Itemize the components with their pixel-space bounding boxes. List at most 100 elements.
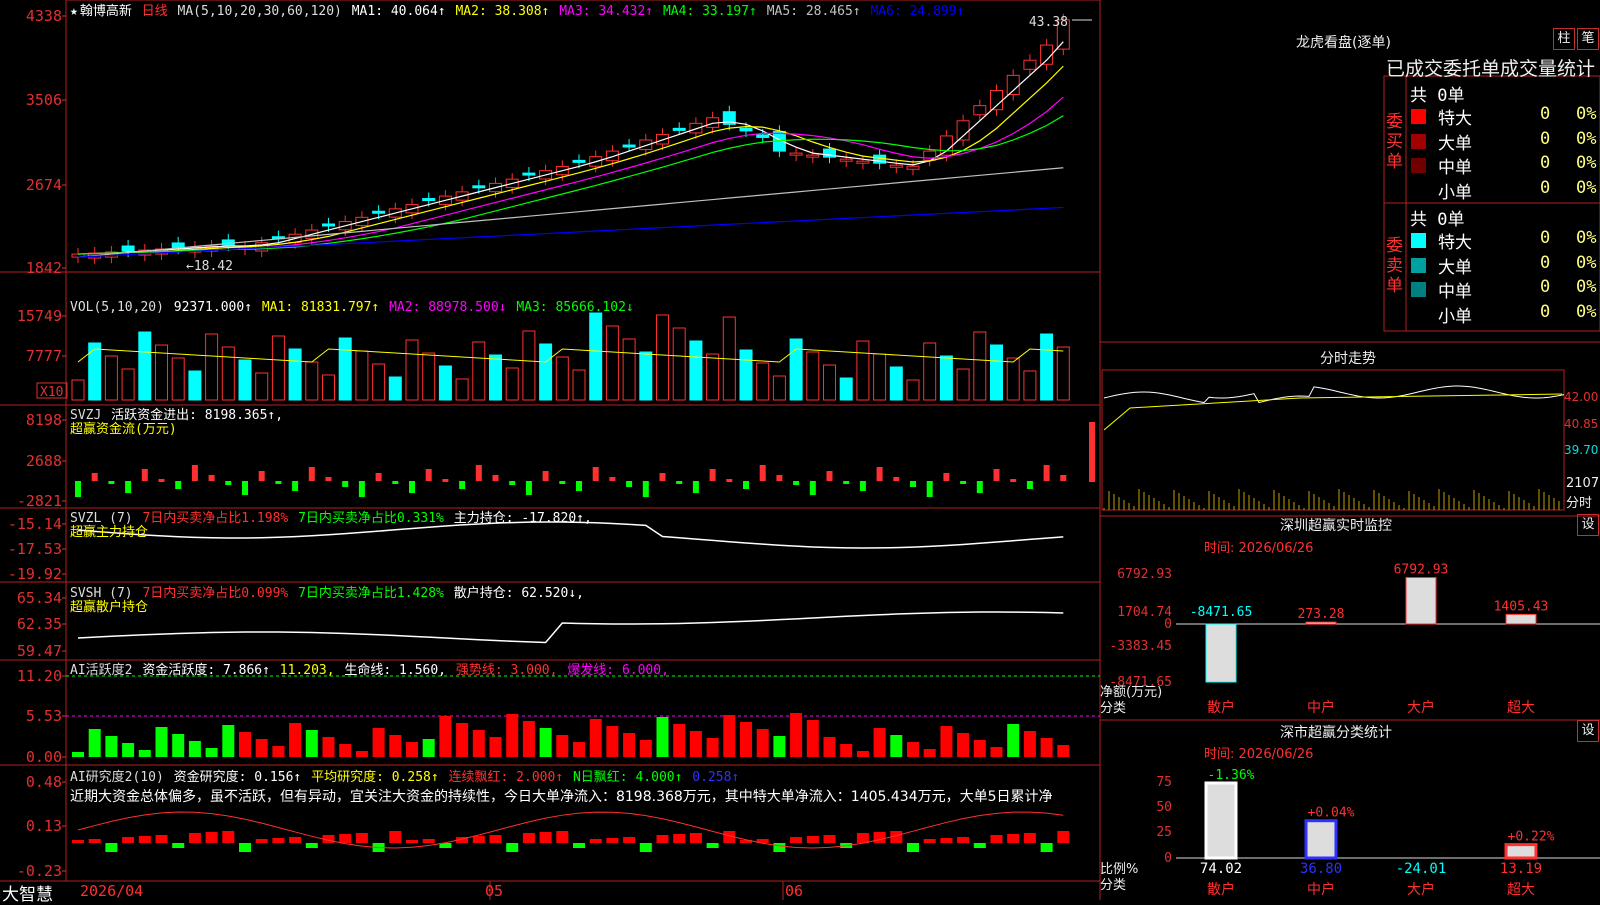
sh-bar — [1304, 819, 1338, 860]
active-bar — [355, 751, 368, 757]
svzl-a: 7日内买卖净占比1.198% — [142, 511, 289, 526]
active-bar — [272, 746, 285, 757]
ai-active-e: 爆发线: 6.000, — [567, 663, 669, 678]
sz-settings-button[interactable]: 设 — [1577, 514, 1599, 536]
research-bar — [539, 832, 552, 843]
active-bar — [890, 735, 903, 757]
pen-button[interactable]: 笔 — [1577, 28, 1599, 50]
sh-bar-value: 36.80 — [1300, 861, 1342, 877]
research-bar — [239, 843, 251, 852]
candle-body — [689, 122, 703, 134]
research-bar — [339, 834, 352, 843]
sell-swatch-1 — [1411, 257, 1426, 273]
sh-y-label: 0 — [1164, 851, 1172, 866]
volume-bar — [104, 355, 118, 401]
volume-bar — [472, 341, 486, 401]
volume-bar — [589, 312, 603, 401]
main-y-label: 3506 — [26, 91, 62, 109]
main-chart-canvas[interactable]: 4338350626741842157497777X1081982688-282… — [0, 0, 1600, 900]
candle-body — [572, 159, 586, 163]
ma-values: MA1: 40.064↑ MA2: 38.308↑ MA3: 34.432↑ M… — [352, 4, 967, 19]
active-bar — [1040, 738, 1053, 757]
svzl-y-label: -19.92 — [8, 565, 62, 583]
ma1-value: MA1: 40.064↑ — [351, 4, 454, 19]
svzj-bar — [409, 481, 415, 493]
volume-bar — [555, 356, 569, 401]
x-label-2: 05 — [485, 882, 503, 900]
candle-body — [806, 154, 820, 158]
star-icon[interactable]: ★ — [70, 4, 78, 19]
svzj-bar — [425, 469, 432, 481]
sell-side-label: 委卖单 — [1386, 236, 1403, 296]
svzj-bar — [141, 469, 148, 481]
svzj-bar — [1043, 465, 1050, 481]
research-bar — [472, 836, 485, 843]
sh-bar-change: -1.36% — [1208, 768, 1255, 783]
sz-y-label: 0 — [1164, 617, 1172, 632]
ma-line-6 — [77, 206, 1064, 258]
sh-cat-label: 超大 — [1507, 882, 1535, 898]
sh-y-label: 25 — [1156, 825, 1172, 840]
lhb-title: 龙虎看盘(逐单) — [1296, 35, 1391, 51]
ai-research-legend: AI研究度2(10) 资金研究度: 0.156↑ 平均研究度: 0.258↑ 连… — [70, 766, 741, 785]
vol-title: VOL(5,10,20) — [70, 300, 164, 315]
buy-row-n: 0 — [1540, 104, 1551, 124]
sz-cat-label: 超大 — [1507, 700, 1535, 716]
bar-button[interactable]: 柱 — [1553, 28, 1575, 50]
research-bar — [138, 836, 151, 843]
sz-bar — [1505, 613, 1537, 625]
sz-title: 深圳超赢实时监控 — [1280, 518, 1392, 534]
candle-body — [1006, 74, 1020, 96]
research-bar — [706, 843, 719, 848]
ma-line-5 — [77, 167, 1064, 258]
volume-bar — [288, 348, 302, 401]
sh-bar-value: -24.01 — [1396, 861, 1447, 877]
ai-active-title: AI活跃度2 — [70, 663, 133, 678]
svzj-bar — [442, 479, 449, 482]
ai-active-legend: AI活跃度2 资金活跃度: 7.866↑ 11.203, 生命线: 1.560,… — [70, 659, 671, 678]
research-bar — [72, 840, 84, 843]
svzj-bar — [258, 471, 265, 481]
svsh-y-label: 65.34 — [17, 589, 62, 607]
candle-body — [522, 172, 536, 176]
active-bar — [105, 736, 118, 757]
ai-active-y-label: 11.20 — [17, 667, 62, 685]
active-bar — [656, 717, 669, 757]
research-bar — [907, 843, 919, 852]
svzj-bar — [392, 481, 399, 484]
svzj-bar — [175, 481, 182, 489]
sh-xlabel: 分类 — [1100, 878, 1127, 893]
high-marker: 43.38 — [1029, 15, 1068, 30]
svzj-bar — [91, 473, 98, 481]
svzj-bar — [626, 481, 633, 487]
ai-research-comment: 近期大资金总体偏多，虽不活跃，但有异动，宜关注大资金的持续性，今日大单净流入：8… — [70, 789, 1053, 805]
research-bar — [973, 843, 986, 848]
svzj-bar — [642, 481, 649, 497]
svzj-bar-last — [1089, 422, 1095, 482]
svzj-bar — [325, 477, 332, 481]
stage: 4338 3506 2674 1842 15749 7777 X10 8198 2688 -282… — [0, 0, 1600, 905]
research-bar — [689, 833, 702, 843]
svzl-c: 主力持仓: -17.820↑, — [453, 511, 592, 526]
active-bar — [456, 723, 469, 757]
candle-body — [472, 185, 486, 189]
active-bar — [72, 752, 84, 757]
research-bar — [406, 840, 418, 843]
vol-value: 92371.000↑ — [173, 300, 253, 315]
active-bar — [573, 742, 585, 757]
buy-row-n: 0 — [1540, 177, 1551, 198]
svzj-bar — [1010, 479, 1017, 482]
candle-body — [422, 198, 436, 202]
active-bar — [689, 731, 702, 757]
period-label[interactable]: 日线 — [142, 4, 168, 19]
candle-body — [372, 210, 386, 214]
sh-settings-button[interactable]: 设 — [1577, 720, 1599, 742]
research-bar — [122, 837, 135, 843]
sell-row-n: 0 — [1540, 301, 1551, 322]
intraday-price-line — [1103, 385, 1565, 404]
active-bar — [305, 730, 318, 757]
sell-row-pct: 0% — [1576, 228, 1597, 248]
volume-bar — [171, 357, 185, 401]
active-bar — [606, 726, 619, 757]
svzj-bar — [542, 471, 549, 481]
